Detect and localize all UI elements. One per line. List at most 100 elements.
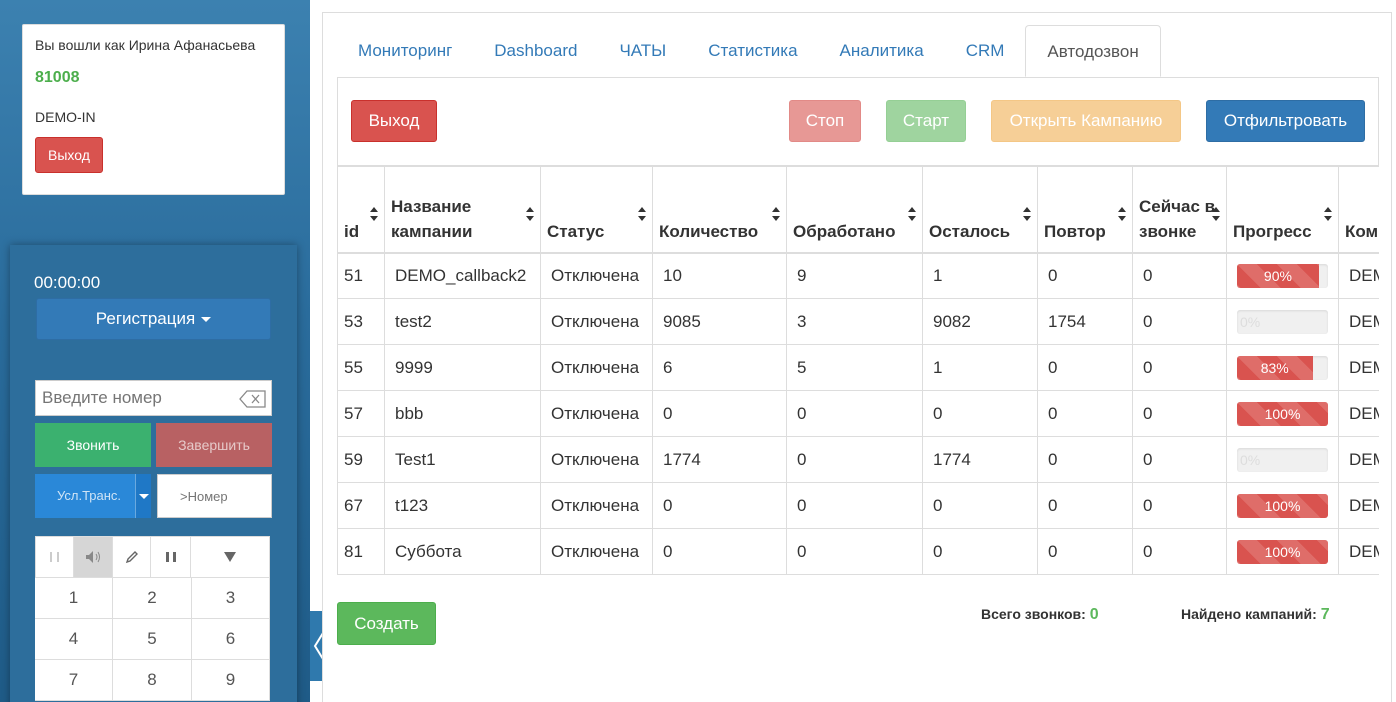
exit-button[interactable]: Выход — [351, 100, 437, 142]
registration-label: Регистрация — [95, 309, 196, 328]
key-1[interactable]: 1 — [35, 578, 113, 619]
sort-icon[interactable] — [1118, 203, 1126, 221]
cell-id: 53 — [337, 298, 385, 345]
cell-progress: 0% — [1226, 298, 1339, 345]
edit-button[interactable] — [113, 537, 151, 577]
key-8[interactable]: 8 — [113, 660, 192, 701]
more-dropdown[interactable] — [191, 537, 269, 577]
campaigns-table-container: id Название кампании Статус Количество Обраб… — [337, 166, 1379, 578]
table-row[interactable]: 81СубботаОтключена00000100%DEM — [337, 528, 1379, 575]
key-3[interactable]: 3 — [192, 578, 270, 619]
tab-analytics[interactable]: Аналитика — [819, 25, 945, 77]
sort-icon[interactable] — [1212, 203, 1220, 221]
table-row[interactable]: 57bbbОтключена00000100%DEM — [337, 390, 1379, 437]
table-row[interactable]: 59Test1Отключена177401774000%DEM — [337, 436, 1379, 483]
cell-id: 81 — [337, 528, 385, 575]
registration-dropdown[interactable]: Регистрация — [36, 298, 271, 340]
table-header-row: id Название кампании Статус Количество Обраб… — [337, 166, 1379, 254]
cell-comment: DEM — [1338, 482, 1379, 529]
tab-crm[interactable]: CRM — [945, 25, 1026, 77]
column-header-processed[interactable]: Обработано — [786, 166, 923, 254]
tab-autodialer[interactable]: Автодозвон — [1025, 25, 1161, 77]
phone-number-input[interactable] — [36, 381, 231, 415]
speaker-button[interactable] — [74, 537, 113, 577]
transfer-number-input[interactable] — [158, 475, 271, 517]
key-5[interactable]: 5 — [113, 619, 192, 660]
column-header-comment[interactable]: Ком — [1338, 166, 1379, 254]
cell-remaining: 1 — [922, 344, 1038, 391]
tab-chats[interactable]: ЧАТЫ — [598, 25, 687, 77]
cell-count: 6 — [652, 344, 787, 391]
end-call-button[interactable]: Завершить — [156, 423, 272, 467]
transfer-button[interactable]: Усл.Транс. — [35, 474, 151, 518]
create-button[interactable]: Создать — [337, 602, 436, 645]
key-6[interactable]: 6 — [192, 619, 270, 660]
main-panel: Мониторинг Dashboard ЧАТЫ Статистика Ана… — [322, 12, 1392, 702]
sort-icon[interactable] — [1023, 203, 1031, 221]
progress-bar: 0% — [1237, 447, 1328, 472]
total-calls-value: 0 — [1089, 606, 1099, 623]
phone-number-field[interactable] — [35, 380, 272, 416]
key-2[interactable]: 2 — [113, 578, 192, 619]
tab-monitoring[interactable]: Мониторинг — [337, 25, 473, 77]
key-9[interactable]: 9 — [192, 660, 270, 701]
column-header-label: Сейчас в звонке — [1139, 196, 1216, 241]
cell-remaining: 0 — [922, 390, 1038, 437]
sort-icon[interactable] — [908, 203, 916, 221]
column-header-campaign-name[interactable]: Название кампании — [384, 166, 541, 254]
transfer-dropdown-toggle[interactable] — [135, 474, 151, 518]
main-tabs: Мониторинг Dashboard ЧАТЫ Статистика Ана… — [337, 25, 1161, 77]
column-header-in-call-now[interactable]: Сейчас в звонке — [1132, 166, 1227, 254]
extension-number: 81008 — [35, 69, 80, 86]
transfer-label: Усл.Транс. — [57, 488, 122, 503]
key-4[interactable]: 4 — [35, 619, 113, 660]
progress-fill: 90% — [1237, 263, 1319, 288]
table-row[interactable]: 51DEMO_callback2Отключена10910090%DEM — [337, 252, 1379, 299]
sidebar-logout-button[interactable]: Выход — [35, 137, 103, 173]
cell-comment: DEM — [1338, 252, 1379, 299]
table-row[interactable]: 559999Отключена6510083%DEM — [337, 344, 1379, 391]
table-row[interactable]: 53test2Отключена90853908217540 0% DEM — [337, 298, 1379, 345]
start-button[interactable]: Старт — [886, 100, 966, 142]
cell-processed: 0 — [786, 528, 923, 575]
call-button[interactable]: Звонить — [35, 423, 151, 467]
transfer-number-field[interactable] — [157, 474, 272, 518]
column-header-label: Прогресс — [1233, 221, 1312, 241]
tab-statistics[interactable]: Статистика — [687, 25, 818, 77]
filter-button[interactable]: Отфильтровать — [1206, 100, 1365, 142]
column-header-repeat[interactable]: Повтор — [1037, 166, 1133, 254]
column-header-status[interactable]: Статус — [540, 166, 653, 254]
found-campaigns: Найдено кампаний: 7 — [1181, 606, 1330, 624]
open-campaign-button[interactable]: Открыть Кампанию — [991, 100, 1181, 142]
progress-label: 0% — [1240, 451, 1261, 468]
sort-icon[interactable] — [638, 203, 646, 221]
sort-icon[interactable] — [772, 203, 780, 221]
cell-in-call-now: 0 — [1132, 482, 1227, 529]
tab-dashboard[interactable]: Dashboard — [473, 25, 598, 77]
sort-icon[interactable] — [1324, 203, 1332, 221]
stop-button[interactable]: Стоп — [789, 100, 861, 142]
table-row[interactable]: 67t123Отключена00000100%DEM — [337, 482, 1379, 529]
pause-button[interactable] — [151, 537, 191, 577]
cell-status: Отключена — [540, 528, 653, 575]
column-header-remaining[interactable]: Осталось — [922, 166, 1038, 254]
progress-label: 0% — [1240, 313, 1261, 330]
backspace-icon[interactable] — [239, 390, 267, 408]
column-header-label: Обработано — [793, 221, 896, 241]
column-header-progress[interactable]: Прогресс — [1226, 166, 1339, 254]
sort-icon[interactable] — [526, 203, 534, 221]
column-header-count[interactable]: Количество — [652, 166, 787, 254]
key-7[interactable]: 7 — [35, 660, 113, 701]
cell-status: Отключена — [540, 482, 653, 529]
cell-repeat: 0 — [1037, 436, 1133, 483]
pencil-icon — [125, 551, 138, 564]
cell-remaining: 9082 — [922, 298, 1038, 345]
column-header-label: Осталось — [929, 221, 1011, 241]
column-header-id[interactable]: id — [337, 166, 385, 254]
cell-campaign-name: 9999 — [384, 344, 541, 391]
cell-progress: 0% — [1226, 436, 1339, 483]
cell-comment: DEM — [1338, 528, 1379, 575]
hold-toggle[interactable] — [36, 537, 74, 577]
cell-status: Отключена — [540, 436, 653, 483]
sort-icon[interactable] — [370, 203, 378, 221]
